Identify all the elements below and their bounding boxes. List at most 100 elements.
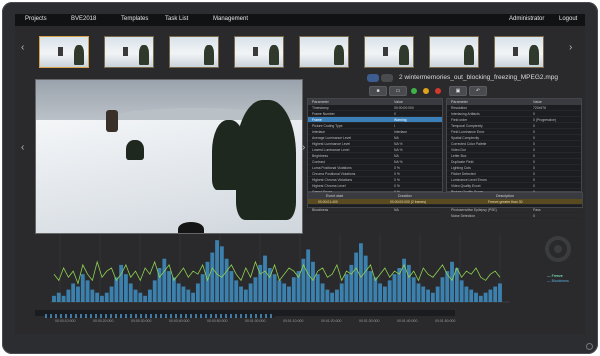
parameter-name: Interlacing Artifacts [451, 111, 480, 116]
user-menu[interactable]: Administrator [509, 16, 544, 22]
status-orange-icon[interactable] [423, 88, 429, 94]
bar-mark [421, 286, 426, 302]
bar-mark [469, 289, 474, 302]
copy-button[interactable]: ▣ [449, 86, 467, 96]
thumbnail[interactable] [364, 36, 414, 68]
chevron-left-icon[interactable]: ‹ [21, 142, 24, 153]
bar-mark [186, 289, 191, 302]
parameter-value: NA [394, 153, 399, 158]
bar-mark [90, 289, 95, 302]
bar-mark [124, 274, 128, 302]
parameter-value: 0 % [394, 183, 400, 188]
status-red-icon[interactable] [435, 88, 441, 94]
parameter-name: Luma Positional Violations [312, 165, 352, 170]
timeline-tick: 00:01:10:000 [283, 319, 304, 323]
bar-mark [210, 252, 215, 302]
parameter-value: 0 [394, 111, 396, 116]
stop-button[interactable]: ■ [369, 86, 387, 96]
thumbnail[interactable] [494, 36, 544, 68]
thumbnail[interactable] [234, 36, 284, 68]
parameters-table-left: Parameter Value Timestamp 00:00:00:000 Fram… [307, 98, 443, 213]
events-table: Event start Duration Description 00:00:0… [307, 192, 583, 208]
parameter-value: 0 [533, 165, 535, 170]
thumbnail[interactable] [429, 36, 479, 68]
bar-mark [119, 264, 124, 302]
parameter-name: Highest Chroma Violations [312, 177, 353, 182]
status-green-icon[interactable] [411, 88, 417, 94]
parameter-name: Lighting Cuts [451, 165, 471, 170]
bar-mark [100, 295, 104, 302]
bar-mark [176, 283, 181, 302]
parameter-name: Letter Box [451, 153, 467, 158]
bar-mark [498, 283, 502, 302]
menu-projects[interactable]: Projects [25, 16, 47, 22]
app-screen: Projects BVE2018 Templates Task List Man… [15, 14, 585, 334]
parameter-name: Temporal Complexity [451, 123, 483, 128]
menu-templates[interactable]: Templates [121, 16, 148, 22]
bar-mark [167, 271, 172, 302]
event-row[interactable]: 00:00:01:400 00:00:00:000 (2 frames) Fre… [308, 199, 582, 205]
bar-mark [162, 258, 167, 302]
thumbnail[interactable] [169, 36, 219, 68]
parameter-value: 00:00:00:000 [394, 105, 414, 110]
legend-blockiness: — Blockiness [547, 278, 569, 283]
parameter-value: Warning [394, 117, 407, 122]
bar-mark [224, 258, 229, 302]
bar-mark [263, 255, 267, 302]
timeline-tick: 00:01:20:000 [321, 319, 342, 323]
folder-button[interactable]: ▭ [389, 86, 407, 96]
timeline-markers [45, 314, 275, 318]
logout-link[interactable]: Logout [559, 16, 577, 22]
bar-mark [483, 292, 488, 302]
menu-management[interactable]: Management [213, 16, 248, 22]
bar-mark [243, 289, 248, 302]
skier [106, 110, 118, 132]
bar-mark [195, 283, 200, 302]
thumbnail[interactable] [299, 36, 349, 68]
parameter-value: NA % [394, 141, 403, 146]
thumbnail[interactable] [104, 36, 154, 68]
chevron-right-icon[interactable]: › [302, 142, 305, 153]
bar-mark [109, 286, 114, 302]
eye-icon[interactable] [367, 74, 379, 82]
undo-button[interactable]: ↶ [469, 86, 487, 96]
bar-mark [205, 261, 210, 302]
bar-mark [454, 268, 459, 302]
chevron-left-icon[interactable]: ‹ [21, 42, 24, 53]
bar-mark [349, 264, 354, 302]
gear-icon[interactable] [545, 236, 571, 262]
bar-mark [406, 264, 411, 302]
menu-task-list[interactable]: Task List [165, 16, 188, 22]
table-row[interactable]: Noise Detection 0 [447, 213, 581, 219]
parameter-value: NA % [394, 159, 403, 164]
parameter-value: 0 [533, 213, 535, 218]
bar-mark [344, 274, 349, 302]
bar-mark [464, 286, 469, 302]
thumbnail[interactable] [39, 36, 89, 68]
bar-mark [239, 286, 243, 302]
parameter-value: 720x576 [533, 105, 547, 110]
bar-mark [320, 283, 325, 302]
bar-mark [95, 292, 100, 302]
power-icon[interactable] [586, 343, 593, 350]
bar-mark [191, 292, 195, 302]
bar-mark [430, 292, 435, 302]
timeline-tick: 00:00:20:000 [93, 319, 114, 323]
bar-mark [71, 283, 76, 302]
bar-mark [450, 261, 454, 302]
parameter-name: Highest Chroma Level [312, 183, 346, 188]
parameter-value: 0 [533, 111, 535, 116]
parameters-table-right: Parameter Value Resolution 720x576 Interlac… [446, 98, 582, 219]
bar-mark [56, 292, 61, 302]
bar-mark [287, 286, 291, 302]
bar-mark [66, 289, 71, 302]
menu-bve2018[interactable]: BVE2018 [71, 16, 96, 22]
quality-chart[interactable] [30, 224, 545, 324]
parameter-value: 0 [533, 171, 535, 176]
chevron-right-icon[interactable]: › [569, 42, 572, 53]
bar-mark [80, 274, 85, 302]
bar-mark [478, 295, 483, 302]
search-icon[interactable] [381, 74, 393, 82]
video-player[interactable] [35, 79, 303, 234]
parameter-value: 0 % [394, 165, 400, 170]
